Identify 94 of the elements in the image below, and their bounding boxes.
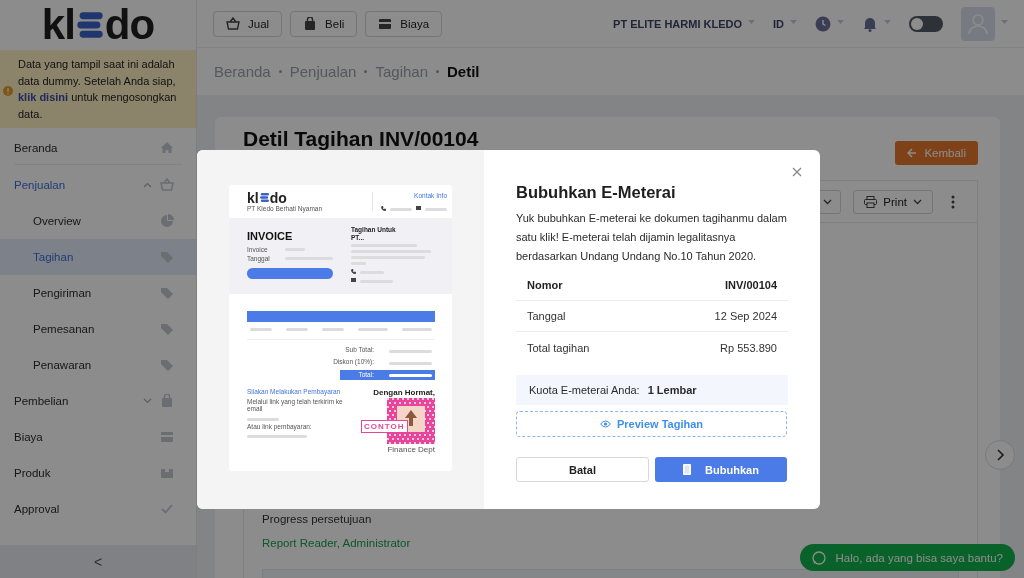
placeholder-bar — [425, 208, 447, 212]
approval-value: Report Reader, Administrator — [262, 537, 412, 549]
detail-value: 12 Sep 2024 — [714, 310, 777, 322]
quota-value: 1 Lembar — [647, 384, 697, 396]
nav-item[interactable]: Pengiriman — [0, 275, 196, 311]
box-icon — [160, 466, 174, 480]
cancel-button[interactable]: Batal — [516, 457, 649, 482]
bag-icon — [303, 16, 318, 31]
detail-value: INV/00104 — [725, 279, 777, 291]
phone-icon — [381, 205, 386, 211]
card-icon — [378, 16, 393, 31]
caret-icon — [837, 19, 844, 24]
chevron-down-icon — [823, 198, 833, 205]
clock-icon[interactable] — [815, 15, 831, 32]
next-button[interactable] — [985, 440, 1015, 470]
quick-button[interactable]: Biaya — [365, 10, 443, 37]
check-icon — [160, 502, 174, 516]
basket-icon — [226, 16, 240, 31]
home-icon — [160, 141, 174, 155]
chevron-down-icon — [913, 198, 922, 205]
placeholder-bar — [389, 373, 432, 377]
notice-text: Data yang tampil saat ini adalah data dummy. Setelah Anda siap, klik disini untuk mengosongkan data. — [18, 57, 178, 122]
nav-item[interactable]: Penjualan — [0, 167, 196, 203]
arrow-left-icon — [907, 148, 918, 158]
print-button[interactable]: Print — [853, 189, 933, 214]
detail-label: Nomor — [527, 279, 563, 291]
closing-text: Dengan Hormat, — [373, 388, 435, 397]
placeholder-bar — [247, 417, 279, 421]
approval-label: Progress persetujuan — [262, 513, 373, 525]
bell-icon[interactable] — [862, 15, 878, 32]
nav-item[interactable]: Tagihan — [0, 239, 196, 275]
clear-data-link[interactable]: klik disini — [18, 91, 69, 103]
logo: kl do — [41, 4, 155, 46]
invoice-heading: INVOICE — [247, 230, 294, 242]
collapse-button[interactable]: < — [0, 545, 196, 578]
modal-description: Yuk bubuhkan E-meterai ke dokumen tagihanmu dalam satu klik! E-meterai telah dijamin legalitasnya berdasarkan Undang Undang No.10 Tahun 2020. — [516, 211, 788, 264]
nav-item[interactable]: Produk — [0, 455, 196, 491]
mail-icon — [351, 278, 356, 282]
dark-mode-toggle[interactable] — [909, 15, 943, 32]
stamp-icon — [683, 464, 692, 475]
chat-icon — [812, 550, 827, 565]
nav-item[interactable]: Penawaran — [0, 347, 196, 383]
preview-button[interactable]: Preview Tagihan — [516, 411, 787, 437]
placeholder-bar — [358, 328, 388, 331]
quota-label: Kuota E-meterai Anda: — [529, 384, 640, 396]
warning-icon — [3, 86, 13, 96]
placeholder-bar — [286, 328, 308, 331]
quick-button[interactable]: Beli — [290, 10, 358, 37]
chevron-down-icon — [143, 398, 152, 404]
nav-item[interactable]: Overview — [0, 203, 196, 239]
placeholder-bar — [322, 328, 344, 331]
phone-icon — [351, 268, 356, 274]
placeholder-bar — [389, 362, 432, 365]
placeholder-bar — [390, 208, 412, 212]
nav-item[interactable]: Pemesanan — [0, 311, 196, 347]
tag-icon — [160, 250, 174, 264]
confirm-button[interactable]: Bubuhkan — [655, 457, 787, 482]
page-title: Detil Tagihan INV/00104 — [243, 127, 479, 151]
detail-label: Total tagihan — [527, 341, 590, 354]
more-icon[interactable] — [951, 194, 955, 209]
stamp-label: CONTOH — [361, 420, 408, 433]
card-icon — [160, 430, 174, 444]
printer-icon — [864, 195, 878, 208]
caret-icon — [1001, 19, 1008, 24]
tag-icon — [160, 358, 174, 372]
nav-item[interactable]: Approval — [0, 491, 196, 527]
placeholder-bar — [247, 435, 307, 438]
placeholder-bar — [250, 328, 272, 331]
detail-value: Rp 553.890 — [720, 341, 777, 354]
logo: kl do — [247, 190, 288, 205]
bag-icon — [160, 394, 174, 408]
tag-icon — [160, 322, 174, 336]
chevron-up-icon — [143, 182, 152, 188]
placeholder-bar — [389, 350, 432, 353]
caret-icon — [748, 19, 755, 24]
mail-icon — [416, 206, 421, 211]
modal-title: Bubuhkan E-Meterai — [516, 183, 677, 202]
nav-item[interactable]: Biaya — [0, 419, 196, 455]
tag-icon — [160, 286, 174, 300]
signatory: Finance Dept — [387, 445, 435, 454]
basket-icon — [160, 178, 174, 192]
eye-icon — [600, 420, 611, 428]
company-selector[interactable]: PT ELITE HARMI KLEDO — [613, 17, 742, 30]
detail-label: Tanggal — [527, 310, 566, 322]
caret-icon — [884, 19, 891, 24]
nav-item[interactable]: Pembelian — [0, 383, 196, 419]
language-selector[interactable]: ID — [773, 17, 784, 30]
placeholder-bar — [402, 328, 432, 331]
close-icon[interactable] — [792, 167, 802, 177]
nav-item[interactable]: Beranda — [0, 130, 196, 166]
caret-icon — [790, 19, 797, 24]
pie-chart-icon — [160, 214, 174, 228]
quick-button[interactable]: Jual — [213, 10, 283, 37]
breadcrumb-current: Detil — [447, 63, 480, 80]
